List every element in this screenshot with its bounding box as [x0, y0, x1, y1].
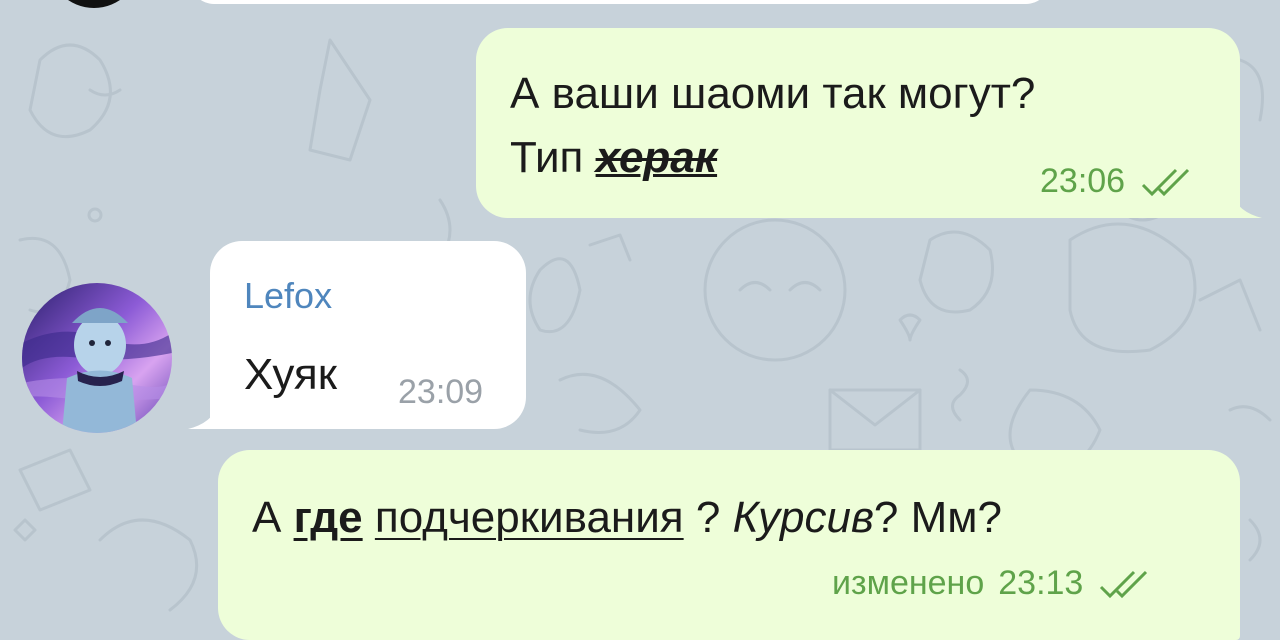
double-check-icon — [1142, 168, 1190, 196]
strikethrough-text: херак — [595, 133, 718, 182]
text-segment: А — [252, 493, 294, 542]
underlined-text: подчеркивания — [374, 493, 684, 542]
previous-message-bubble[interactable] — [190, 0, 1050, 4]
italic-text: Курсив — [732, 493, 874, 542]
incoming-message-bubble[interactable]: Lefox Хуяк 23:09 — [210, 241, 526, 429]
message-time: 23:09 — [398, 373, 484, 411]
text-segment: ? Мм? — [873, 493, 1002, 542]
message-meta: изменено 23:13 — [832, 564, 1153, 603]
bold-underlined-text: где — [293, 493, 363, 542]
edited-label: изменено — [832, 564, 985, 602]
message-text: А где подчеркивания ? Курсив? Мм? — [252, 490, 1002, 546]
message-text-line2: Тип херак — [510, 130, 717, 186]
sender-avatar[interactable] — [22, 283, 172, 433]
message-time: 23:06 — [1040, 162, 1126, 200]
bubble-tail — [1232, 194, 1262, 218]
outgoing-message-bubble[interactable]: А ваши шаоми так могут? Тип херак 23:06 — [476, 28, 1240, 218]
text-segment: ? — [683, 493, 733, 542]
outgoing-message-bubble[interactable]: А где подчеркивания ? Курсив? Мм? измене… — [218, 450, 1240, 640]
message-text: Хуяк — [244, 350, 337, 399]
double-check-icon — [1100, 570, 1148, 598]
sender-name[interactable]: Lefox — [244, 275, 332, 317]
bubble-tail — [188, 405, 218, 429]
text-segment — [363, 493, 375, 542]
message-text-prefix: Тип — [510, 133, 596, 182]
anime-avatar-icon — [22, 283, 172, 433]
message-meta: 23:06 — [1040, 162, 1195, 201]
message-time: 23:13 — [998, 564, 1084, 602]
message-text-line1: А ваши шаоми так могут? — [510, 69, 1036, 118]
